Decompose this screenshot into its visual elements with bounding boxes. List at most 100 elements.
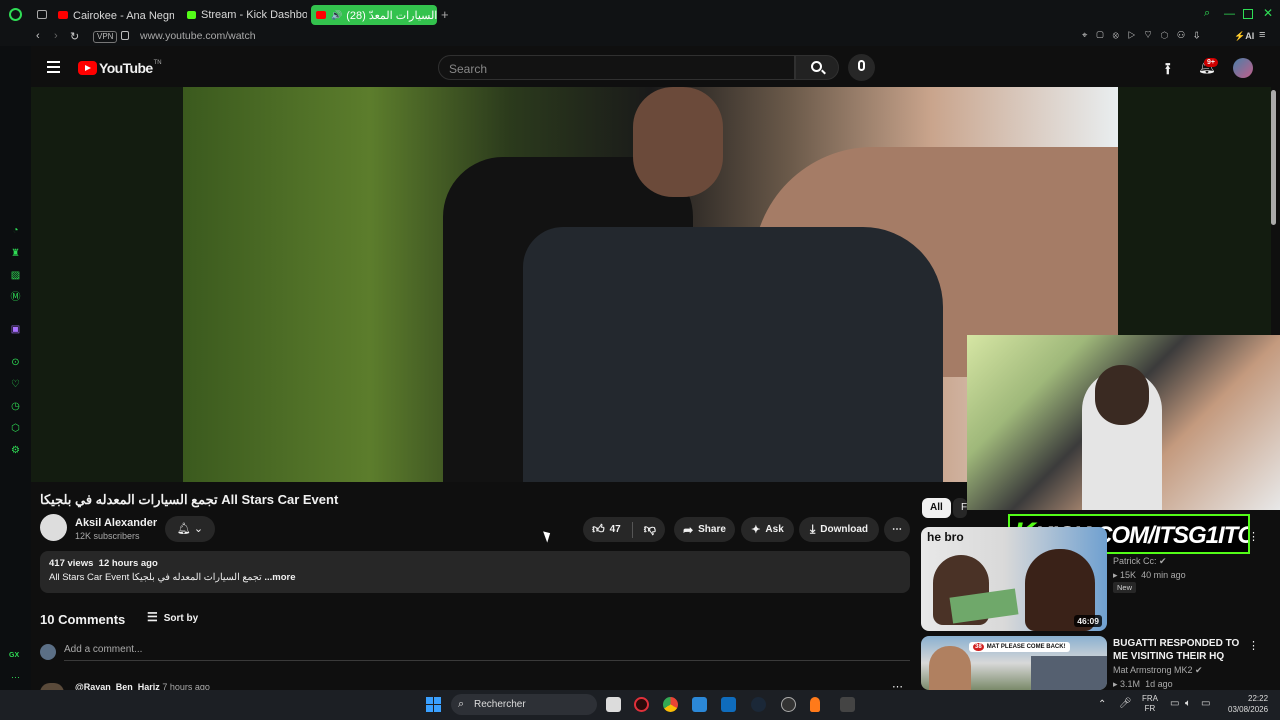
- rec-channel-name[interactable]: Patrick Cc:: [1113, 556, 1157, 566]
- language-indicator[interactable]: FRA FR: [1142, 694, 1158, 714]
- settings-gear-icon[interactable]: ⚙: [10, 445, 21, 456]
- download-label: Download: [820, 524, 869, 535]
- url-field[interactable]: www.youtube.com/watch: [140, 30, 256, 42]
- chrome-taskbar-icon[interactable]: [663, 697, 678, 712]
- youtube-logo[interactable]: YouTube TN: [78, 60, 162, 76]
- windows-start-icon[interactable]: [426, 697, 441, 712]
- lock-icon[interactable]: [121, 31, 129, 40]
- forward-icon[interactable]: ›: [54, 30, 58, 42]
- building-shape: [1031, 656, 1107, 690]
- battery-icon[interactable]: ▭: [1201, 698, 1210, 709]
- notion-taskbar-icon[interactable]: [840, 697, 855, 712]
- messenger-icon[interactable]: Ⓜ: [10, 292, 21, 303]
- news-icon[interactable]: ▨: [10, 270, 21, 281]
- rec-menu-icon[interactable]: ⋮: [1248, 639, 1259, 652]
- thumbs-down-icon[interactable]: 👎︎: [644, 522, 656, 537]
- thumbnail-caption: MAT PLEASE COME BACK!: [986, 644, 1066, 650]
- thumbnail-notification: 38 MAT PLEASE COME BACK!: [969, 642, 1070, 652]
- task-view-icon[interactable]: [606, 697, 621, 712]
- chip-filter[interactable]: F: [953, 498, 967, 518]
- steam-taskbar-icon[interactable]: [751, 697, 766, 712]
- minimize-icon[interactable]: —: [1224, 8, 1235, 20]
- speed-dial-icon[interactable]: ◔: [10, 225, 21, 236]
- twitch-icon[interactable]: ▣: [10, 324, 21, 335]
- download-button[interactable]: ⤓ Download: [799, 517, 879, 542]
- ask-button[interactable]: ✦ Ask: [741, 517, 794, 542]
- tab-kick-dashboard[interactable]: Stream - Kick Dashboard: [187, 5, 307, 25]
- duration-badge: 46:09: [1074, 615, 1102, 627]
- volume-icon[interactable]: 🔈︎: [1185, 698, 1191, 709]
- rec-channel[interactable]: Patrick Cc: ✔: [1113, 556, 1167, 567]
- rec-stats: ▸ 15K 40 min ago: [1113, 570, 1186, 581]
- new-tab-plus-icon[interactable]: +: [441, 7, 449, 22]
- bookmarks-heart-icon[interactable]: ♡: [10, 379, 21, 390]
- thumbnail-badge: 38: [973, 643, 984, 651]
- opera-gx-logo-icon[interactable]: [9, 8, 22, 21]
- description-text: All Stars Car Event تجمع السيارات المعدل…: [49, 572, 262, 583]
- like-count[interactable]: 47: [610, 524, 621, 535]
- app-taskbar-icon[interactable]: [781, 697, 796, 712]
- more-dots-icon[interactable]: ⋯: [11, 672, 20, 683]
- search-input[interactable]: Search: [438, 55, 795, 80]
- sparkle-icon: ✦: [751, 524, 761, 536]
- app-taskbar-icon[interactable]: [692, 697, 707, 712]
- search-button[interactable]: [795, 55, 839, 80]
- description-box[interactable]: 417 views 12 hours ago All Stars Car Eve…: [40, 551, 910, 593]
- add-comment-input[interactable]: Add a comment...: [64, 644, 910, 661]
- taskbar-search[interactable]: ⌕ Rechercher: [451, 694, 597, 715]
- rec-channel-name[interactable]: Mat Armstrong MK2: [1113, 665, 1193, 675]
- app-taskbar-icon[interactable]: [721, 697, 736, 712]
- subscribed-bell-button[interactable]: 🔔︎ ⌄: [165, 516, 215, 542]
- menu-icon[interactable]: ≡: [1259, 29, 1265, 41]
- more-actions-button[interactable]: ⋯: [884, 517, 910, 542]
- vpn-badge[interactable]: VPN: [93, 31, 118, 43]
- upload-age: 12 hours ago: [98, 558, 158, 569]
- tray-expand-icon[interactable]: ⌃: [1098, 699, 1106, 710]
- rec-title[interactable]: BUGATTI RESPONDED TO ME VISITING THEIR H…: [1113, 637, 1241, 663]
- channel-avatar[interactable]: [40, 514, 67, 541]
- recommendation-thumbnail[interactable]: he bro 46:09: [921, 527, 1107, 631]
- rec-age: 40 min ago: [1141, 570, 1186, 580]
- thumbnail-face-shape: [929, 646, 971, 690]
- extensions-icon[interactable]: ⬡: [10, 423, 21, 434]
- views-icon: ▸: [1113, 679, 1118, 689]
- player-icon[interactable]: ⊙: [10, 357, 21, 368]
- network-icon[interactable]: ▭: [1170, 698, 1179, 709]
- gx-corner-icon[interactable]: ♜: [10, 248, 21, 259]
- speaker-icon[interactable]: 🔊: [331, 10, 342, 21]
- search-tabs-icon[interactable]: ⌕: [1204, 7, 1210, 20]
- rec-menu-icon[interactable]: ⋮: [1248, 530, 1259, 543]
- subscriber-count: 12K subscribers: [75, 531, 140, 541]
- chip-all[interactable]: All: [922, 498, 951, 518]
- channel-name[interactable]: Aksil Alexander: [75, 517, 157, 529]
- share-button[interactable]: ➦ Share: [674, 517, 735, 542]
- new-badge: New: [1113, 582, 1137, 593]
- chevron-down-icon: ⌄: [193, 523, 204, 535]
- ai-button[interactable]: ⚡AI: [1234, 31, 1254, 42]
- reload-icon[interactable]: ↻: [70, 30, 79, 43]
- sort-by-button[interactable]: ☰ Sort by: [147, 610, 198, 624]
- tray-mic-icon[interactable]: 🎤︎: [1119, 698, 1132, 709]
- maximize-icon[interactable]: [1243, 9, 1253, 19]
- extension-icons[interactable]: ⌖▢⊗▷♡⬡⚇⇩: [1082, 30, 1208, 41]
- back-icon[interactable]: ‹: [36, 30, 40, 42]
- hamburger-menu-icon[interactable]: [47, 61, 60, 73]
- gx-label[interactable]: GX: [9, 652, 19, 659]
- opera-gx-taskbar-icon[interactable]: [634, 697, 649, 712]
- ai-label: AI: [1245, 31, 1255, 41]
- account-avatar[interactable]: [1233, 58, 1253, 78]
- microphone-app-taskbar-icon[interactable]: [810, 697, 820, 712]
- history-icon[interactable]: ◷: [10, 401, 21, 412]
- page-scrollbar[interactable]: [1271, 90, 1276, 225]
- show-more-link[interactable]: ...more: [264, 572, 295, 583]
- thumbs-up-icon[interactable]: 👍︎: [592, 522, 605, 537]
- upload-icon[interactable]: ⭱: [1165, 58, 1171, 85]
- tab-cairokee[interactable]: Cairokee - Ana Negm تجم: [58, 5, 174, 25]
- recommendation-thumbnail[interactable]: 38 MAT PLEASE COME BACK!: [921, 636, 1107, 690]
- rec-channel[interactable]: Mat Armstrong MK2 ✔: [1113, 665, 1203, 676]
- voice-search-button[interactable]: [848, 54, 875, 81]
- clock[interactable]: 22:22 03/08/2026: [1228, 693, 1268, 715]
- tab-island-icon[interactable]: [37, 10, 47, 19]
- close-window-icon[interactable]: ✕: [1263, 6, 1273, 20]
- tab-current-video[interactable]: 🔊 (28) تجمع السيارات المعدّ: [311, 5, 437, 25]
